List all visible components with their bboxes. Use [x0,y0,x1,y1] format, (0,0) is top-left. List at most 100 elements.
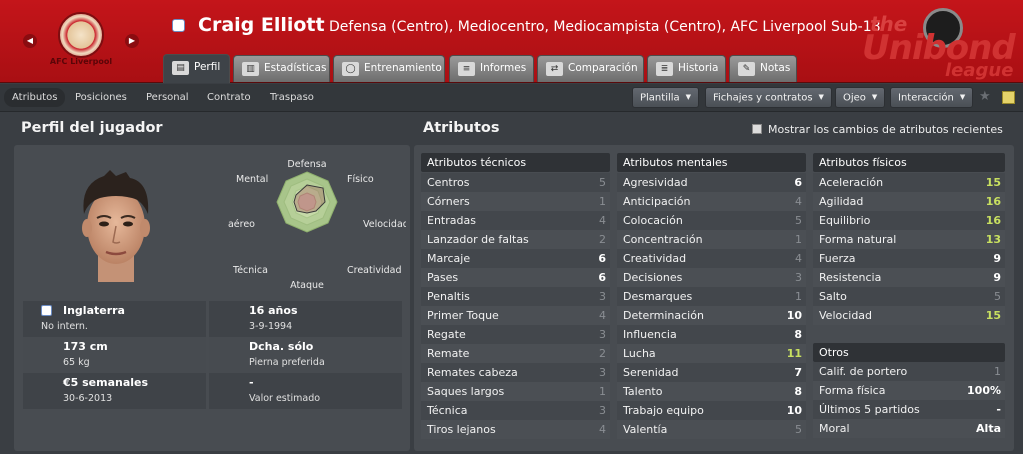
attribute-name: Desmarques [623,290,693,303]
attribute-value: 1 [599,195,606,208]
attribute-row[interactable]: Últimos 5 partidos - [813,400,1005,419]
attribute-row[interactable]: Penaltis 3 [421,287,610,306]
attribute-row[interactable]: Concentración 1 [617,230,806,249]
attribute-row[interactable]: Agresividad 6 [617,173,806,192]
attribute-row[interactable]: Resistencia 9 [813,268,1005,287]
attribute-name: Fuerza [819,252,856,265]
previous-arrow-icon[interactable]: ◀ [23,34,37,48]
attribute-row[interactable]: Anticipación 4 [617,192,806,211]
attribute-row[interactable]: Desmarques 1 [617,287,806,306]
attribute-row[interactable]: Marcaje 6 [421,249,610,268]
tab-comparacion[interactable]: ⇄ Comparación [537,55,644,82]
radar-label-defensa: Defensa [287,159,326,170]
checkbox-icon[interactable] [752,124,762,134]
attribute-row[interactable]: Entradas 4 [421,211,610,230]
attribute-name: Entradas [427,214,476,227]
profile-row-contract: €5 semanales 30-6-2013 - Valor estimado [23,373,402,409]
nationality[interactable]: Inglaterra [63,304,125,317]
tab-historia[interactable]: ≣ Historia [647,55,726,82]
attribute-row[interactable]: Lucha 11 [617,344,806,363]
attribute-value: 15 [985,309,1001,322]
add-note-icon[interactable] [1002,91,1015,104]
attribute-name: Resistencia [819,271,882,284]
attributes-title: Atributos [423,120,500,136]
attribute-row[interactable]: Primer Toque 4 [421,306,610,325]
interaccion-dropdown[interactable]: Interacción ▼ [890,87,974,108]
league-logo: the Unibond league [850,0,1023,83]
attribute-name: Lanzador de faltas [427,233,529,246]
attribute-value: 3 [599,290,606,303]
club-badge-icon[interactable] [58,12,104,58]
attribute-row[interactable]: Lanzador de faltas 2 [421,230,610,249]
tab-label: Perfil [194,61,221,73]
tab-notas[interactable]: ✎ Notas [729,55,797,82]
attribute-row[interactable]: Valentía 5 [617,420,806,439]
subtab-posiciones[interactable]: Posiciones [67,88,135,107]
player-positions[interactable]: Defensa (Centro), Mediocentro, Mediocamp… [329,19,881,35]
attribute-row[interactable]: Tiros lejanos 4 [421,420,610,439]
attribute-row[interactable]: Creatividad 4 [617,249,806,268]
attribute-row[interactable]: Salto 5 [813,287,1005,306]
plantilla-dropdown[interactable]: Plantilla ▼ [632,87,700,108]
subtab-traspaso[interactable]: Traspaso [262,88,322,107]
attribute-name: Forma natural [819,233,897,246]
attribute-value: 3 [599,328,606,341]
attribute-row[interactable]: Influencia 8 [617,325,806,344]
subtab-atributos[interactable]: Atributos [4,88,66,107]
attribute-value: 1 [795,233,802,246]
star-icon[interactable]: ★ [979,89,991,104]
attribute-row[interactable]: Determinación 10 [617,306,806,325]
attribute-row[interactable]: Saques largos 1 [421,382,610,401]
attribute-value: 16 [985,214,1001,227]
international-caps: No intern. [41,321,88,332]
dropdown-label: Ojeo [843,92,866,104]
estimated-value-label: Valor estimado [249,393,321,404]
attribute-row[interactable]: Remates cabeza 3 [421,363,610,382]
chevron-down-icon: ▼ [871,93,878,101]
subtab-personal[interactable]: Personal [138,88,197,107]
next-arrow-icon[interactable]: ▶ [125,34,139,48]
attribute-row[interactable]: Moral Alta [813,419,1005,438]
attribute-row[interactable]: Colocación 5 [617,211,806,230]
attribute-row[interactable]: Córners 1 [421,192,610,211]
attribute-value: 5 [795,423,802,436]
tab-entrenamiento[interactable]: ◯ Entrenamiento [333,55,445,82]
attribute-row[interactable]: Agilidad 16 [813,192,1005,211]
attribute-value: 13 [985,233,1001,246]
attribute-row[interactable]: Forma física 100% [813,381,1005,400]
attribute-row[interactable]: Aceleración 15 [813,173,1005,192]
compare-icon: ⇄ [546,62,563,76]
attribute-row[interactable]: Calif. de portero 1 [813,362,1005,381]
attribute-row[interactable]: Serenidad 7 [617,363,806,382]
subtab-contrato[interactable]: Contrato [199,88,259,107]
attribute-name: Equilibrio [819,214,871,227]
date-of-birth: 3-9-1994 [249,321,293,332]
attribute-row[interactable]: Centros 5 [421,173,610,192]
attribute-name: Talento [623,385,663,398]
dropdown-label: Fichajes y contratos [713,92,813,104]
attribute-value: 10 [786,404,802,417]
club-badge-text: AFC Liverpool [49,57,113,66]
attribute-row[interactable]: Velocidad 15 [813,306,1005,325]
attribute-row[interactable]: Decisiones 3 [617,268,806,287]
attribute-row[interactable]: Equilibrio 16 [813,211,1005,230]
attribute-row[interactable]: Técnica 3 [421,401,610,420]
tab-label: Historia [678,62,719,74]
tab-estadisticas[interactable]: ▥ Estadísticas [233,55,330,82]
attribute-value: 5 [795,214,802,227]
fichajes-dropdown[interactable]: Fichajes y contratos ▼ [705,87,832,108]
attribute-row[interactable]: Regate 3 [421,325,610,344]
attribute-row[interactable]: Pases 6 [421,268,610,287]
tab-informes[interactable]: ≡ Informes [449,55,534,82]
physical-heading: Atributos físicos [813,153,1005,172]
attribute-row[interactable]: Forma natural 13 [813,230,1005,249]
attribute-row[interactable]: Fuerza 9 [813,249,1005,268]
attribute-value: 9 [993,271,1001,284]
show-changes-toggle[interactable]: Mostrar los cambios de atributos recient… [752,123,1003,136]
attribute-row[interactable]: Remate 2 [421,344,610,363]
tab-perfil[interactable]: ▤ Perfil [163,54,230,83]
attribute-row[interactable]: Trabajo equipo 10 [617,401,806,420]
attribute-row[interactable]: Talento 8 [617,382,806,401]
radar-label-mental: Mental [236,174,268,185]
ojeo-dropdown[interactable]: Ojeo ▼ [835,87,886,108]
